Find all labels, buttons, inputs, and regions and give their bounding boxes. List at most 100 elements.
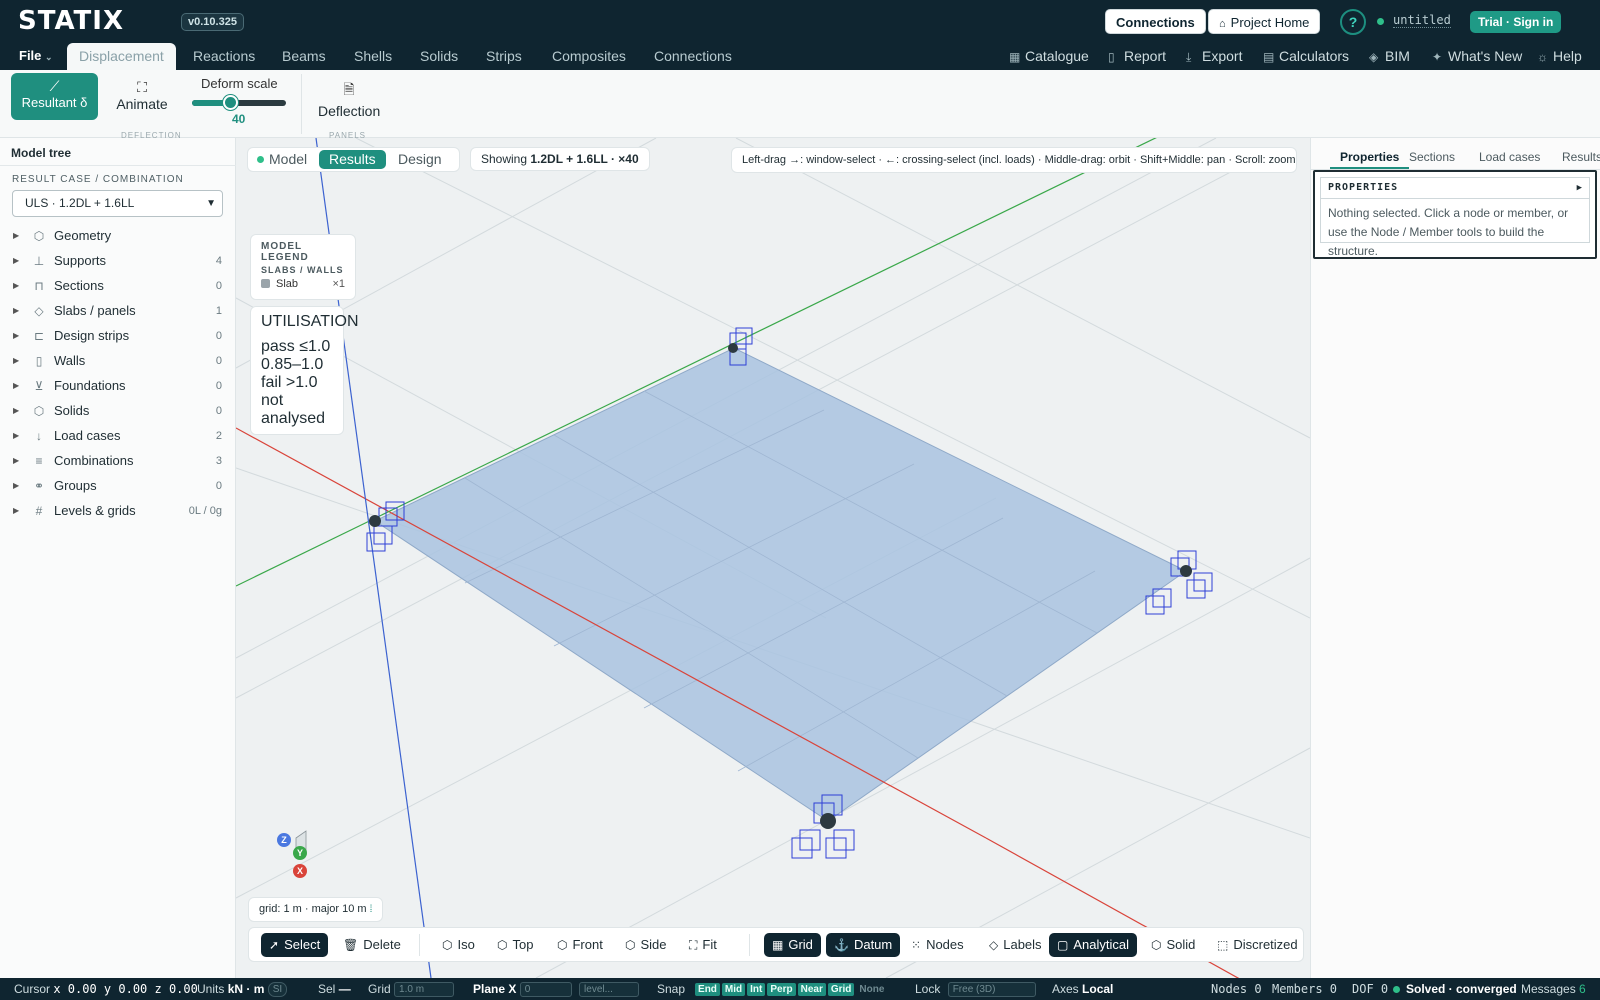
tab-solids[interactable]: Solids (408, 43, 470, 70)
sun-icon: ☼ (1537, 50, 1548, 64)
3d-viewport[interactable]: Z Y X Model Results Design Showing 1.2DL… (236, 138, 1310, 978)
view-iso-button[interactable]: ⬡ Iso (434, 933, 483, 957)
tree-item-load-cases[interactable]: ▶ ↓ Load cases 2 (0, 424, 236, 448)
tree-item-design-strips[interactable]: ▶ ⊏ Design strips 0 (0, 324, 236, 348)
tree-item-levels-grids[interactable]: ▶ # Levels & grids 0L / 0g (0, 499, 236, 523)
whats-new-link[interactable]: ✦ What's New (1432, 43, 1522, 70)
file-name[interactable]: untitled (1393, 13, 1451, 28)
deform-scale-slider[interactable] (192, 95, 286, 110)
download-icon: ⤓ (1186, 50, 1192, 64)
snap-perp-toggle[interactable]: Perp (767, 983, 796, 997)
project-home-button[interactable]: ⌂ Project Home (1208, 9, 1321, 34)
help-link[interactable]: ☼ Help (1537, 43, 1582, 70)
discretized-toggle[interactable]: ⬚ Discretized (1209, 933, 1306, 957)
tree-item-combinations[interactable]: ▶ ≡ Combinations 3 (0, 449, 236, 473)
analytical-toggle[interactable]: ▢ Analytical (1049, 933, 1137, 957)
tree-item-geometry[interactable]: ▶ ⬡ Geometry (0, 224, 236, 248)
result-case-select[interactable]: ULS · 1.2DL + 1.6LL ▼ (12, 190, 223, 217)
snap-none-toggle[interactable]: None (856, 983, 887, 996)
messages-button[interactable]: Messages 6 (1521, 978, 1586, 1000)
expand-icon[interactable]: ▶ (13, 499, 19, 523)
expand-icon[interactable]: ▶ (13, 449, 19, 473)
viewport-canvas[interactable] (236, 138, 1310, 978)
snap-grid-toggle[interactable]: Grid (827, 983, 855, 997)
solid-toggle[interactable]: ⬡ Solid (1143, 933, 1203, 957)
datum-toggle[interactable]: ⚓ Datum (826, 933, 901, 957)
expand-icon[interactable]: ▶ (13, 249, 19, 273)
app-logo[interactable]: STATIX (18, 6, 124, 36)
file-menu[interactable]: File ⌄ (19, 48, 53, 63)
select-tool-button[interactable]: ➚ Select (261, 933, 329, 957)
tree-item-solids[interactable]: ▶ ⬡ Solids 0 (0, 399, 236, 423)
plane-offset-input[interactable]: 0 (519, 982, 572, 998)
level-select[interactable]: level... (579, 982, 640, 998)
tree-item-foundations[interactable]: ▶ ⊻ Foundations 0 (0, 374, 236, 398)
snap-mid-toggle[interactable]: Mid (721, 983, 746, 997)
animate-button[interactable]: ⛶ Animate (114, 73, 170, 120)
nodes-toggle[interactable]: ⁙ Nodes (903, 933, 972, 957)
viewport-toolbar: ➚ Select 🗑 Delete ⬡ Iso ⬡ Top ⬡ Front ⬡ Side ⛶… (248, 927, 1304, 962)
deflection-button[interactable]: 🗎 Deflection (318, 73, 380, 120)
tab-load-cases[interactable]: Load cases (1479, 145, 1540, 169)
tree-item-slabs-panels[interactable]: ▶ ◇ Slabs / panels 1 (0, 299, 236, 323)
view-front-button[interactable]: ⬡ Front (549, 933, 611, 957)
tab-results[interactable]: Results (1562, 145, 1600, 169)
slider-handle[interactable] (222, 95, 238, 110)
snap-near-toggle[interactable]: Near (797, 983, 826, 997)
expand-icon[interactable]: ▶ (13, 299, 19, 323)
tree-item-walls[interactable]: ▶ ▯ Walls 0 (0, 349, 236, 373)
properties-header[interactable]: PROPERTIES ▶ (1320, 177, 1590, 199)
connections-button[interactable]: Connections (1105, 9, 1206, 34)
status-bar: Cursor x 0.00 y 0.00 z 0.00 Units kN · m… (0, 978, 1600, 1000)
tree-item-groups[interactable]: ▶ ⚭ Groups 0 (0, 474, 236, 498)
collapse-arrow-icon[interactable]: ▶ (1577, 178, 1583, 198)
mode-results-button[interactable]: Results (319, 150, 386, 169)
delete-button[interactable]: 🗑 Delete (335, 933, 409, 957)
expand-icon[interactable]: ▶ (13, 274, 19, 298)
slab-panel[interactable] (373, 347, 1187, 822)
expand-icon[interactable]: ▶ (13, 324, 19, 348)
expand-icon[interactable]: ▶ (13, 474, 19, 498)
tab-shells[interactable]: Shells (342, 43, 404, 70)
tab-properties[interactable]: Properties (1330, 145, 1410, 169)
grid-dots-icon[interactable]: ⁞ (370, 904, 373, 915)
tree-item-supports[interactable]: ▶ ⊥ Supports 4 (0, 249, 236, 273)
lock-select[interactable]: Free (3D) (947, 982, 1036, 998)
mode-model-button[interactable]: Model (251, 150, 313, 169)
tab-displacement[interactable]: Displacement (67, 43, 176, 70)
tab-composites[interactable]: Composites (540, 43, 638, 70)
tab-reactions[interactable]: Reactions (181, 43, 267, 70)
snap-end-toggle[interactable]: End (695, 983, 720, 997)
y-axis-label: Y (293, 846, 307, 860)
report-link[interactable]: ▯ Report (1108, 43, 1166, 70)
model-tree-panel: Model tree RESULT CASE / COMBINATION ULS… (0, 138, 236, 978)
foundation-icon: ⊻ (34, 379, 44, 393)
help-button[interactable]: ? (1340, 9, 1366, 35)
calculators-link[interactable]: ▤ Calculators (1263, 43, 1349, 70)
expand-icon[interactable]: ▶ (13, 374, 19, 398)
snap-int-toggle[interactable]: Int (747, 983, 766, 997)
mode-design-button[interactable]: Design (392, 150, 448, 169)
expand-icon[interactable]: ▶ (13, 349, 19, 373)
view-top-button[interactable]: ⬡ Top (489, 933, 541, 957)
version-badge: v0.10.325 (181, 13, 244, 31)
fit-view-button[interactable]: ⛶ Fit (681, 933, 725, 957)
expand-icon[interactable]: ▶ (13, 399, 19, 423)
trial-sign-in-button[interactable]: Trial · Sign in (1470, 11, 1562, 33)
tree-item-sections[interactable]: ▶ ⊓ Sections 0 (0, 274, 236, 298)
resultant-button[interactable]: ⟋ Resultant δ (11, 73, 98, 120)
grid-toggle[interactable]: ▦ Grid (764, 933, 821, 957)
expand-icon[interactable]: ▶ (13, 224, 19, 248)
export-link[interactable]: ⤓ Export (1186, 43, 1242, 70)
tab-connections[interactable]: Connections (642, 43, 744, 70)
grid-size-select[interactable]: 1.0 m (394, 982, 455, 998)
bim-link[interactable]: ◈ BIM (1369, 43, 1410, 70)
catalogue-link[interactable]: ▦ Catalogue (1009, 43, 1089, 70)
labels-toggle[interactable]: ◇ Labels (981, 933, 1050, 957)
units-system-toggle[interactable]: SI (267, 982, 288, 998)
tab-beams[interactable]: Beams (270, 43, 338, 70)
view-side-button[interactable]: ⬡ Side (617, 933, 675, 957)
tab-sections[interactable]: Sections (1409, 145, 1455, 169)
tab-strips[interactable]: Strips (474, 43, 534, 70)
expand-icon[interactable]: ▶ (13, 424, 19, 448)
